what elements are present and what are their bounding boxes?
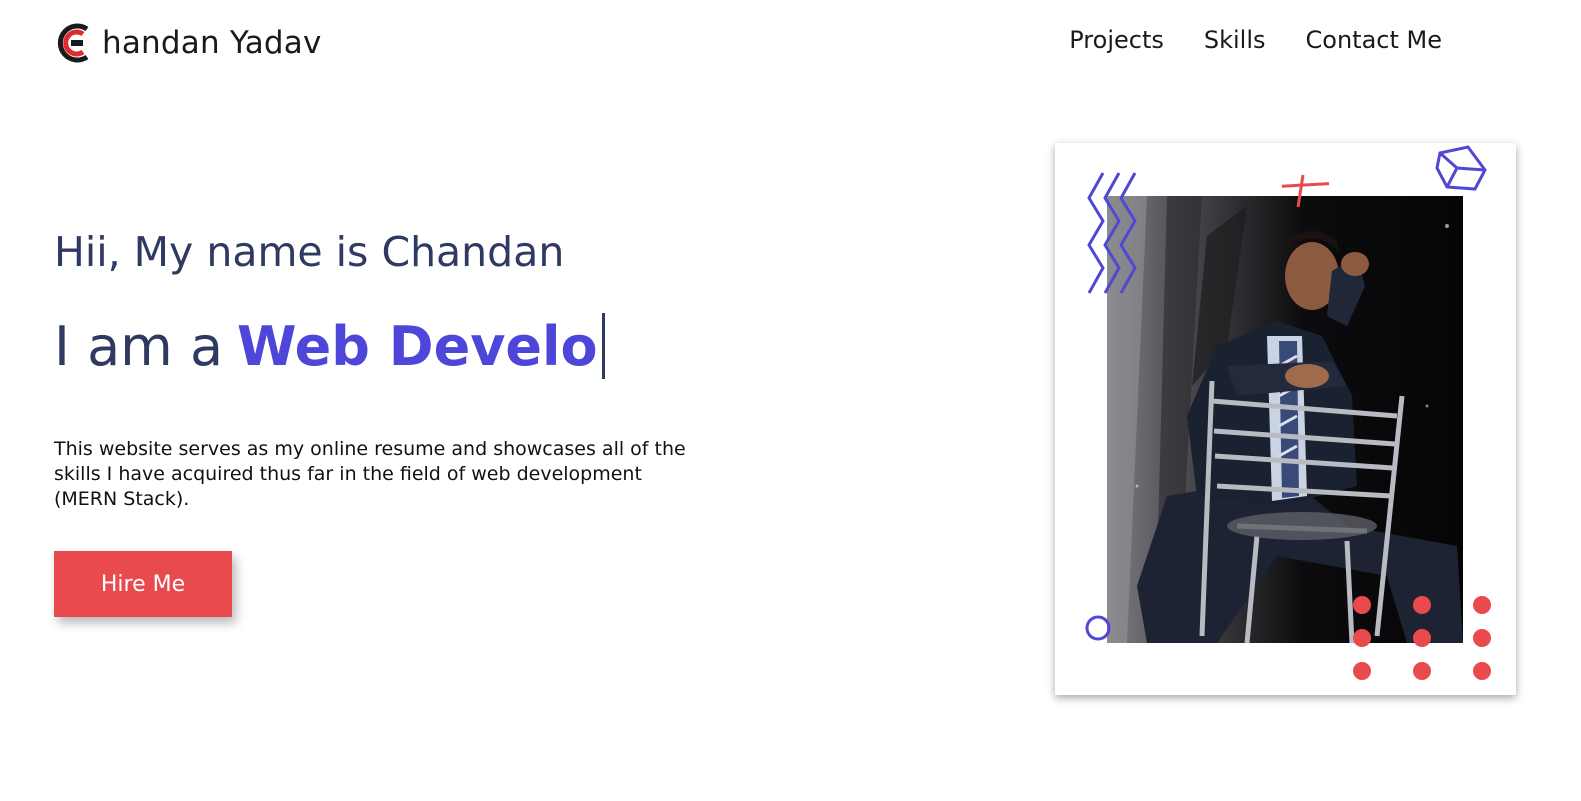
profile-photo: [1107, 196, 1463, 643]
profile-photo-card: [1055, 143, 1516, 695]
c-letter-logo-icon: [57, 23, 89, 63]
hire-me-button[interactable]: Hire Me: [54, 551, 232, 617]
typing-caret: [601, 313, 605, 379]
logo-text: handan Yadav: [102, 25, 322, 61]
circle-decoration-icon: [1085, 615, 1111, 641]
hero-greeting: Hii, My name is Chandan: [54, 228, 565, 276]
main-nav: Projects Skills Contact Me: [1069, 26, 1442, 54]
hero-role-line: I am a Web Develo: [54, 313, 605, 379]
page: handan Yadav Projects Skills Contact Me …: [0, 0, 1581, 801]
cube-decoration-icon: [1435, 145, 1487, 191]
role-typed-text: Web Develo: [237, 314, 598, 378]
hero-description: This website serves as my online resume …: [54, 438, 686, 510]
nav-contact-me[interactable]: Contact Me: [1306, 26, 1442, 54]
nav-skills[interactable]: Skills: [1204, 26, 1266, 54]
nav-projects[interactable]: Projects: [1069, 26, 1164, 54]
role-prefix: I am a: [54, 314, 224, 378]
profile-photo-illustration: [1107, 196, 1463, 643]
logo[interactable]: handan Yadav: [54, 20, 322, 66]
